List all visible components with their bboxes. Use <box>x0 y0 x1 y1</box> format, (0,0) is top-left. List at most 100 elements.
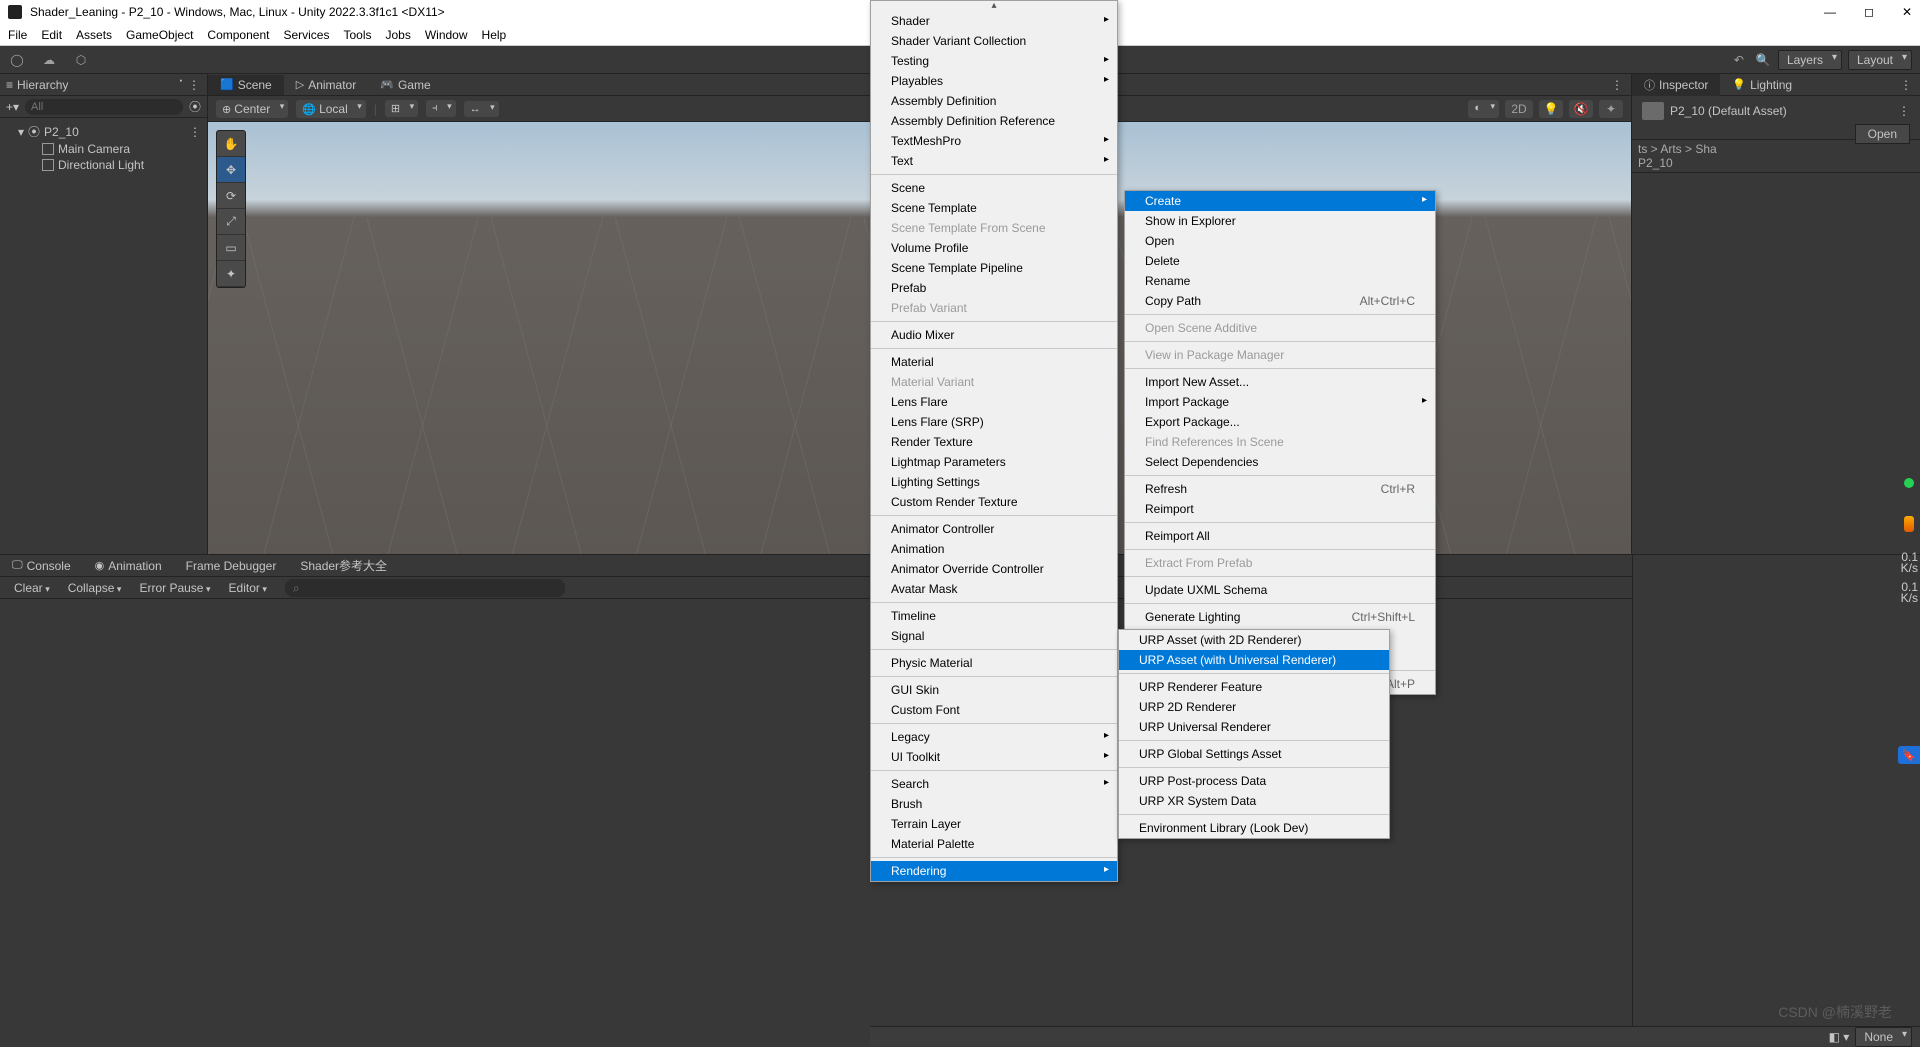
menu-window[interactable]: Window <box>425 28 468 42</box>
menu-item[interactable]: Scene Template Pipeline <box>871 258 1117 278</box>
minimize-button[interactable]: — <box>1824 5 1836 19</box>
search-clear-icon[interactable]: ⦿ <box>189 98 201 115</box>
menu-help[interactable]: Help <box>482 28 507 42</box>
menu-item[interactable]: Export Package... <box>1125 412 1435 432</box>
menu-file[interactable]: File <box>8 28 27 42</box>
menu-jobs[interactable]: Jobs <box>385 28 410 42</box>
menu-item[interactable]: Playables <box>871 71 1117 91</box>
tab-console[interactable]: 🖵 Console <box>0 556 83 576</box>
menu-item[interactable]: Render Texture <box>871 432 1117 452</box>
menu-item[interactable]: UI Toolkit <box>871 747 1117 767</box>
menu-item[interactable]: URP Renderer Feature <box>1119 677 1389 697</box>
menu-item[interactable]: Search <box>871 774 1117 794</box>
menu-item[interactable]: URP Post-process Data <box>1119 771 1389 791</box>
shading-mode-dropdown[interactable]: ◐ <box>1468 100 1499 118</box>
menu-item[interactable]: Update UXML Schema <box>1125 580 1435 600</box>
menu-item[interactable]: URP Asset (with 2D Renderer) <box>1119 630 1389 650</box>
scene-root[interactable]: ▾⦿P2_10⋮ <box>0 122 207 141</box>
scale-tool[interactable]: ⤢ <box>217 209 245 235</box>
menu-item[interactable]: Material Palette <box>871 834 1117 854</box>
menu-item[interactable]: RefreshCtrl+R <box>1125 479 1435 499</box>
layers-dropdown[interactable]: Layers <box>1778 50 1842 70</box>
move-tool[interactable]: ✥ <box>217 157 245 183</box>
hierarchy-search-input[interactable] <box>25 99 183 115</box>
menu-item[interactable]: Volume Profile <box>871 238 1117 258</box>
menu-item[interactable]: Text <box>871 151 1117 171</box>
tab-shader-ref[interactable]: Shader参考大全 <box>288 554 399 577</box>
menu-item[interactable]: Import Package <box>1125 392 1435 412</box>
menu-item[interactable]: Lightmap Parameters <box>871 452 1117 472</box>
menu-item[interactable]: Physic Material <box>871 653 1117 673</box>
menu-item[interactable]: Create <box>1125 191 1435 211</box>
menu-item[interactable]: TextMeshPro <box>871 131 1117 151</box>
tab-inspector[interactable]: ⓘ Inspector <box>1632 74 1720 96</box>
account-icon[interactable]: ◯ <box>8 51 26 69</box>
search-icon[interactable]: 🔍 <box>1754 51 1772 69</box>
tab-frame-debugger[interactable]: Frame Debugger <box>174 556 289 576</box>
menu-gameobject[interactable]: GameObject <box>126 28 193 42</box>
transform-tool[interactable]: ✦ <box>217 261 245 287</box>
menu-item[interactable]: Import New Asset... <box>1125 372 1435 392</box>
audio-toggle-icon[interactable]: 🔇 <box>1569 100 1593 118</box>
menu-item[interactable]: Lighting Settings <box>871 472 1117 492</box>
hierarchy-item[interactable]: Main Camera <box>0 141 207 157</box>
tab-animator[interactable]: ▷ Animator <box>284 75 369 95</box>
menu-item[interactable]: Open <box>1125 231 1435 251</box>
menu-tools[interactable]: Tools <box>343 28 371 42</box>
menu-item[interactable]: Lens Flare (SRP) <box>871 412 1117 432</box>
menu-item[interactable]: Rendering <box>871 861 1117 881</box>
tab-animation[interactable]: ◉ Animation <box>83 556 174 576</box>
console-error-pause[interactable]: Error Pause <box>131 579 218 597</box>
menu-item[interactable]: Copy PathAlt+Ctrl+C <box>1125 291 1435 311</box>
menu-item[interactable]: Legacy <box>871 727 1117 747</box>
menu-item[interactable]: Brush <box>871 794 1117 814</box>
2d-toggle[interactable]: 2D <box>1505 100 1533 118</box>
footer-filter-dropdown[interactable]: None <box>1855 1027 1912 1047</box>
menu-component[interactable]: Component <box>207 28 269 42</box>
rotate-tool[interactable]: ⟳ <box>217 183 245 209</box>
menu-item[interactable]: Generate LightingCtrl+Shift+L <box>1125 607 1435 627</box>
breadcrumb[interactable]: P2_10 <box>1638 156 1673 170</box>
space-mode-dropdown[interactable]: 🌐 Local <box>296 100 365 118</box>
menu-item[interactable]: Testing <box>871 51 1117 71</box>
menu-item[interactable]: Rename <box>1125 271 1435 291</box>
snap-settings-dropdown[interactable]: ↔ <box>464 101 499 117</box>
menu-item[interactable]: Select Dependencies <box>1125 452 1435 472</box>
menu-item[interactable]: URP Universal Renderer <box>1119 717 1389 737</box>
menu-item[interactable]: Show in Explorer <box>1125 211 1435 231</box>
create-dropdown-icon[interactable]: +▾ <box>6 100 19 114</box>
maximize-button[interactable]: ◻ <box>1864 5 1874 19</box>
menu-item[interactable]: Assembly Definition Reference <box>871 111 1117 131</box>
console-search-input[interactable] <box>285 579 565 597</box>
rect-tool[interactable]: ▭ <box>217 235 245 261</box>
fx-toggle-icon[interactable]: ✦ <box>1599 100 1623 118</box>
collab-tag-icon[interactable]: 🔖 <box>1898 746 1920 764</box>
scene-tabs-menu-icon[interactable]: ⋮ <box>1611 78 1631 92</box>
menu-services[interactable]: Services <box>283 28 329 42</box>
console-editor[interactable]: Editor <box>221 579 275 597</box>
lighting-toggle-icon[interactable]: 💡 <box>1539 100 1563 118</box>
menu-item[interactable]: Material <box>871 352 1117 372</box>
hand-tool[interactable]: ✋ <box>217 131 245 157</box>
menu-item[interactable]: Reimport All <box>1125 526 1435 546</box>
menu-item[interactable]: Animator Controller <box>871 519 1117 539</box>
layout-dropdown[interactable]: Layout <box>1848 50 1912 70</box>
menu-item[interactable]: Reimport <box>1125 499 1435 519</box>
menu-assets[interactable]: Assets <box>76 28 112 42</box>
snap-increment-dropdown[interactable]: ⫞ <box>426 100 456 117</box>
undo-history-icon[interactable]: ↶ <box>1730 51 1748 69</box>
menu-item[interactable]: URP 2D Renderer <box>1119 697 1389 717</box>
menu-item[interactable]: URP Asset (with Universal Renderer) <box>1119 650 1389 670</box>
close-button[interactable]: ✕ <box>1902 5 1912 19</box>
menu-item[interactable]: Avatar Mask <box>871 579 1117 599</box>
hierarchy-item[interactable]: Directional Light <box>0 157 207 173</box>
menu-item[interactable]: Scene Template <box>871 198 1117 218</box>
menu-item[interactable]: Animation <box>871 539 1117 559</box>
settings-icon[interactable]: ⬡ <box>72 51 90 69</box>
tab-game[interactable]: 🎮 Game <box>368 75 442 95</box>
menu-item[interactable]: GUI Skin <box>871 680 1117 700</box>
menu-item[interactable]: Prefab <box>871 278 1117 298</box>
footer-menu-icon[interactable]: ◧ ▾ <box>1829 1030 1850 1044</box>
pivot-mode-dropdown[interactable]: ⊕ Center <box>216 100 288 118</box>
console-clear[interactable]: Clear <box>6 579 58 597</box>
